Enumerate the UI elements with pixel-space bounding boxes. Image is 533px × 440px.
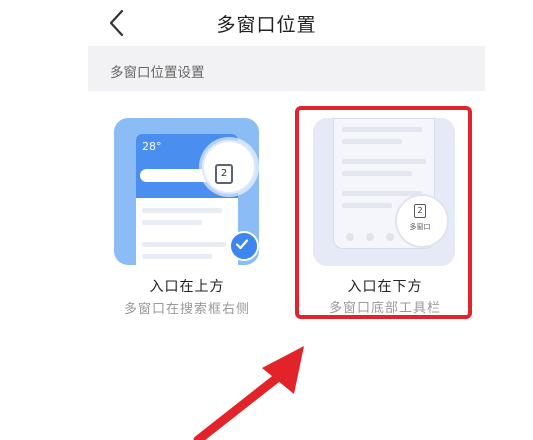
content-line <box>142 254 212 259</box>
option-title: 入口在上方 <box>149 279 225 295</box>
arrow-annotation-icon <box>193 346 304 440</box>
weather-temp: 28° <box>142 140 162 153</box>
section-label: 多窗口位置设置 <box>110 65 205 81</box>
check-icon <box>229 231 259 261</box>
content-line <box>142 208 222 213</box>
page-title: 多窗口位置 <box>216 14 317 36</box>
section-header: 多窗口位置设置 <box>88 46 485 91</box>
option-subtitle: 多窗口在搜索框右侧 <box>123 302 250 317</box>
option-entry-top[interactable]: 28° 2 入口在上方 多窗口在搜索框右侧 <box>102 110 272 325</box>
highlight-frame <box>295 106 472 319</box>
header: 多窗口位置 <box>0 0 533 46</box>
option-entry-bottom[interactable]: 2 多窗口 入口在下方 多窗口底部工具栏 <box>295 106 475 323</box>
content-line <box>142 242 226 247</box>
multiwindow-icon: 2 <box>215 164 233 184</box>
content-line <box>142 220 202 225</box>
